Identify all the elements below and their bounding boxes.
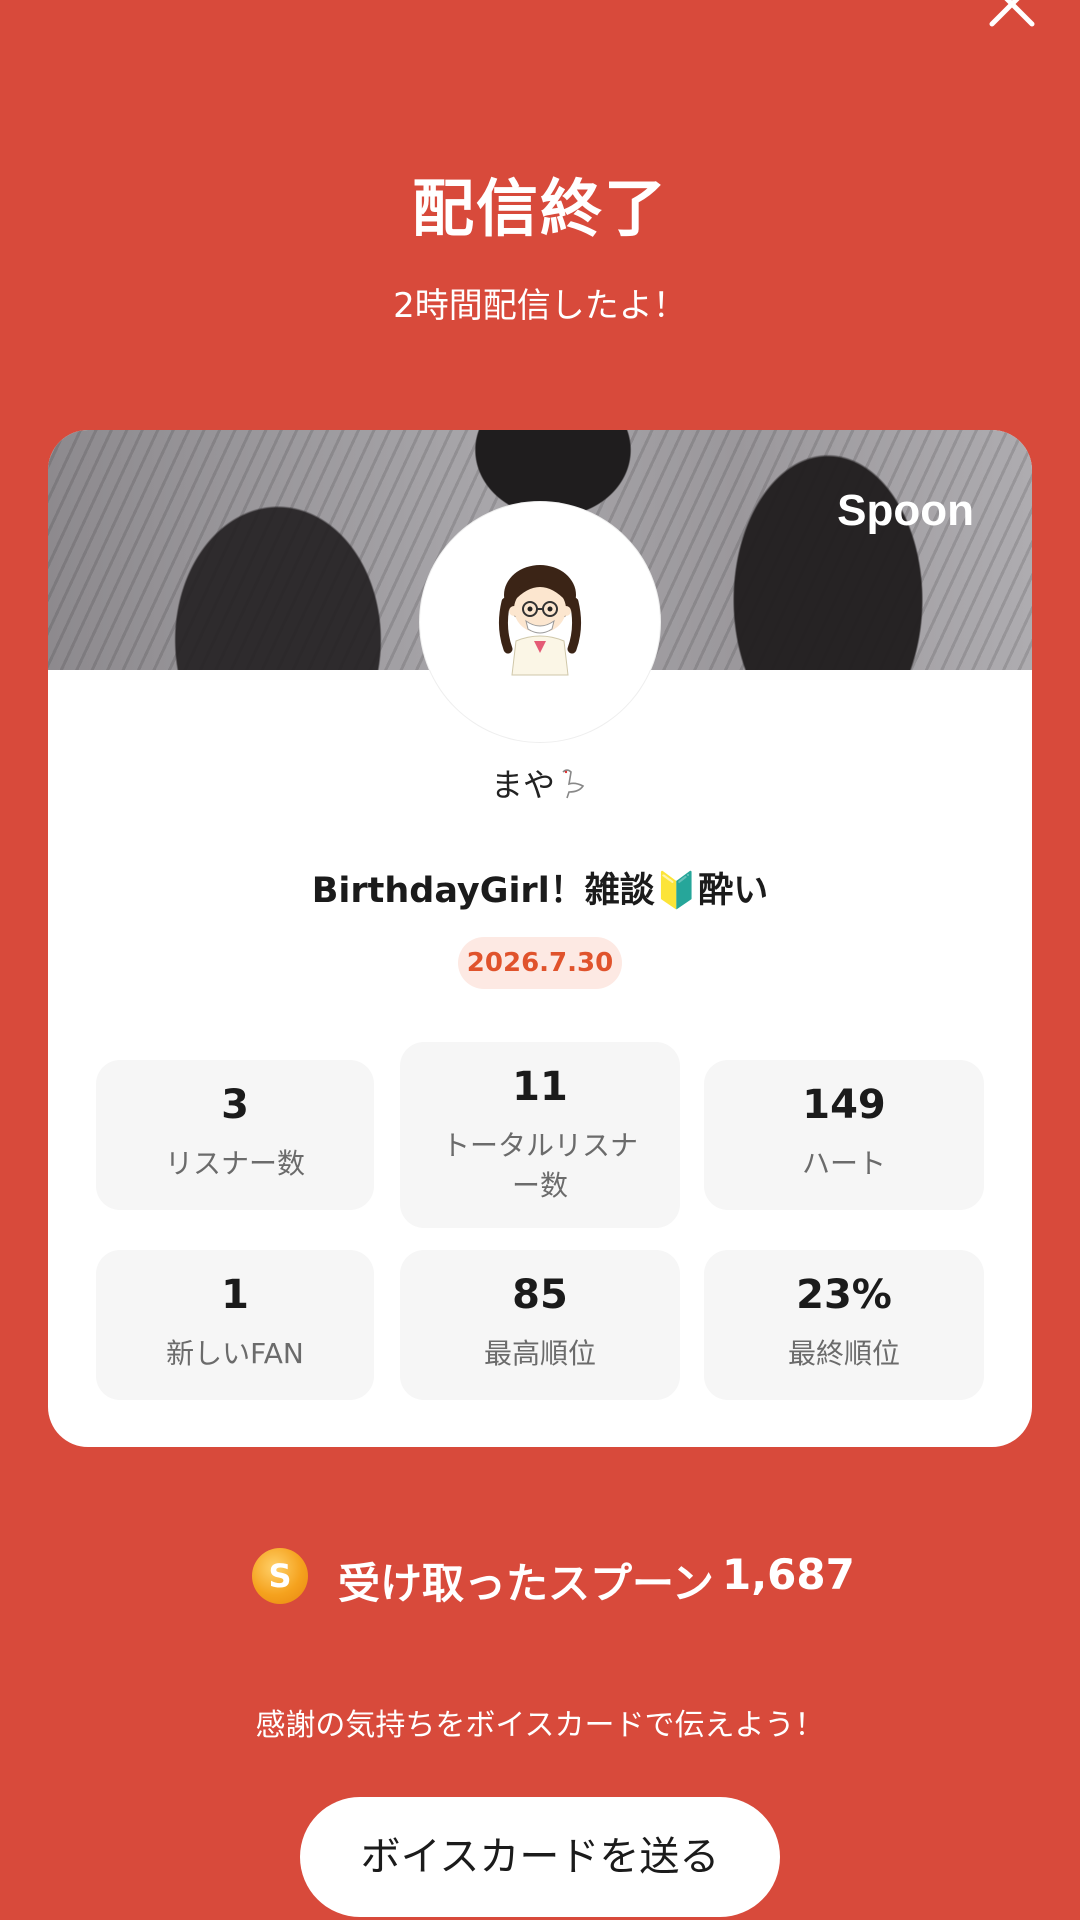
stat-value: 85: [512, 1272, 568, 1318]
page-subtitle: 2時間配信したよ！: [393, 286, 687, 326]
username: まや: [48, 760, 1032, 806]
username-text: まや: [490, 766, 555, 804]
avatar[interactable]: [420, 502, 660, 742]
thanks-message: 感謝の気持ちをボイスカードで伝えよう！: [255, 1708, 825, 1743]
page-title: 配信終了: [411, 172, 668, 245]
stat-final-rank: 23% 最終順位: [704, 1250, 984, 1400]
stat-value: 11: [512, 1064, 568, 1110]
send-voice-card-button[interactable]: ボイスカードを送る: [300, 1797, 780, 1917]
stat-label: 最高順位: [483, 1337, 596, 1370]
stat-label: トータルリスナー数: [441, 1129, 638, 1202]
stat-value: 3: [221, 1082, 249, 1128]
live-title: BirthdayGirl！雑談🔰酔い: [311, 871, 769, 911]
stat-value: 23%: [796, 1272, 892, 1318]
close-icon: [989, 0, 1035, 27]
spoons-received-label: 受け取ったスプーン: [338, 1559, 714, 1608]
spoon-logo: Spoon: [837, 486, 974, 535]
coin-letter: S: [268, 1557, 292, 1595]
stat-label: 新しいFAN: [166, 1337, 304, 1370]
date-badge: 2026.7.30: [458, 937, 622, 989]
stat-listeners: 3 リスナー数: [96, 1060, 374, 1210]
stat-total-listeners: 11 トータルリスナー数: [400, 1042, 680, 1228]
stat-label: ハート: [801, 1147, 886, 1180]
stat-label: 最終順位: [787, 1337, 900, 1370]
crane-icon: [562, 769, 585, 799]
stat-value: 1: [221, 1272, 249, 1318]
summary-card: Spoon まや BirthdayGirl！雑談🔰酔い 2026.7.30 3 …: [48, 430, 1032, 1447]
stat-new-fans: 1 新しいFAN: [96, 1250, 374, 1400]
spoon-coin-icon: S: [252, 1548, 308, 1604]
stat-best-rank: 85 最高順位: [400, 1250, 680, 1400]
avatar-illustration: [498, 565, 582, 676]
close-button[interactable]: [984, 0, 1040, 32]
stat-label: リスナー数: [164, 1147, 305, 1180]
stat-value: 149: [802, 1082, 886, 1128]
stat-hearts: 149 ハート: [704, 1060, 984, 1210]
spoons-received-count: 1,687: [722, 1550, 855, 1599]
